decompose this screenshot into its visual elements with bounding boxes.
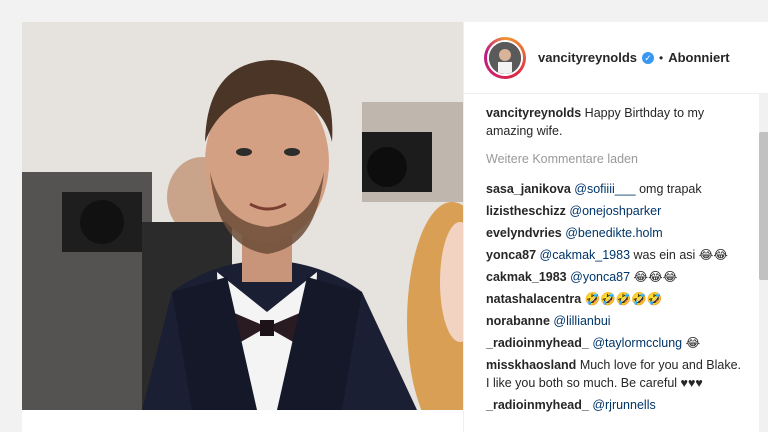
comment-username[interactable]: lizistheschizz: [486, 204, 566, 218]
comment-username[interactable]: yonca87: [486, 248, 536, 262]
comment-item: sasa_janikova @sofiiii___ omg trapak: [486, 180, 747, 198]
load-more-comments-button[interactable]: Weitere Kommentare laden: [486, 150, 747, 168]
comment-mention[interactable]: @sofiiii___: [574, 182, 635, 196]
comment-username[interactable]: natashalacentra: [486, 292, 581, 306]
avatar[interactable]: [487, 39, 523, 76]
comment-text: was ein asi 😂😂: [630, 248, 729, 262]
comment-text: 😂😂😂: [630, 270, 678, 284]
follow-status-button[interactable]: Abonniert: [668, 50, 729, 65]
verified-badge-icon: ✓: [642, 51, 654, 64]
photo-illustration: [22, 22, 463, 410]
comment-text: omg trapak: [635, 182, 702, 196]
comment-username[interactable]: _radioinmyhead_: [486, 398, 589, 412]
post-caption: vancityreynolds Happy Birthday to my ama…: [486, 104, 747, 140]
comment-text: 🤣🤣🤣🤣🤣: [584, 292, 663, 306]
avatar-story-ring[interactable]: [484, 36, 526, 79]
comment-username[interactable]: evelyndvries: [486, 226, 562, 240]
comment-username[interactable]: norabanne: [486, 314, 550, 328]
post-username[interactable]: vancityreynolds: [538, 50, 637, 65]
post-modal: vancityreynolds ✓ • Abonniert vancityrey…: [22, 22, 768, 432]
comment-item: lizistheschizz @onejoshparker: [486, 202, 747, 220]
caption-username[interactable]: vancityreynolds: [486, 106, 581, 120]
comments-list: vancityreynolds Happy Birthday to my ama…: [464, 94, 768, 422]
post-side-panel: vancityreynolds ✓ • Abonniert vancityrey…: [463, 22, 768, 432]
avatar-image: [489, 41, 521, 74]
comment-username[interactable]: cakmak_1983: [486, 270, 567, 284]
comment-username[interactable]: sasa_janikova: [486, 182, 571, 196]
comment-mention[interactable]: @benedikte.holm: [565, 226, 662, 240]
comment-mention[interactable]: @cakmak_1983: [540, 248, 631, 262]
post-photo[interactable]: [22, 22, 463, 410]
comment-item: cakmak_1983 @yonca87 😂😂😂: [486, 268, 747, 286]
comment-item: _radioinmyhead_ @rjrunnells: [486, 396, 747, 414]
comment-username[interactable]: misskhaosland: [486, 358, 576, 372]
comment-item: evelyndvries @benedikte.holm: [486, 224, 747, 242]
comment-text: 😂: [682, 336, 701, 350]
comment-mention[interactable]: @onejoshparker: [569, 204, 661, 218]
comment-item: _radioinmyhead_ @taylormcclung 😂: [486, 334, 747, 352]
comment-item: norabanne @lillianbui: [486, 312, 747, 330]
comment-mention[interactable]: @rjrunnells: [592, 398, 655, 412]
post-header: vancityreynolds ✓ • Abonniert: [464, 22, 768, 94]
comment-mention[interactable]: @taylormcclung: [592, 336, 682, 350]
comment-mention[interactable]: @lillianbui: [553, 314, 610, 328]
comment-item: natashalacentra 🤣🤣🤣🤣🤣: [486, 290, 747, 308]
comment-mention[interactable]: @yonca87: [570, 270, 630, 284]
comment-username[interactable]: _radioinmyhead_: [486, 336, 589, 350]
separator-dot: •: [659, 50, 664, 65]
comment-item: misskhaosland Much love for you and Blak…: [486, 356, 747, 392]
comment-item: yonca87 @cakmak_1983 was ein asi 😂😂: [486, 246, 747, 264]
